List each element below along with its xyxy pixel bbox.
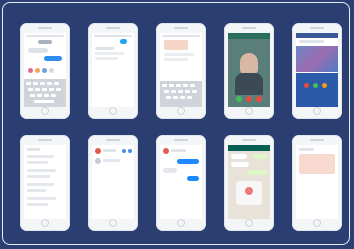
phone-mockup-video-call[interactable] xyxy=(224,23,274,119)
phone-mockup-mail[interactable] xyxy=(20,135,70,231)
messenger-chat-screen-icon xyxy=(160,145,202,219)
phone-mockup-whatsapp[interactable] xyxy=(224,135,274,231)
phone-mockup-facebook[interactable] xyxy=(292,23,342,119)
video-call-screen-icon xyxy=(228,33,270,107)
home-button xyxy=(41,107,49,115)
twitter-screen-icon xyxy=(92,33,134,107)
phone-mockup-twitter[interactable] xyxy=(88,23,138,119)
phone-mockup-profile-list[interactable] xyxy=(88,135,138,231)
phone-mockup-messenger[interactable] xyxy=(156,135,206,231)
facebook-feed-screen-icon xyxy=(296,33,338,107)
mail-list-screen-icon xyxy=(24,145,66,219)
imessage-screen-icon xyxy=(24,33,66,107)
phone-mockup-note-card[interactable] xyxy=(292,135,342,231)
note-card-screen-icon xyxy=(296,145,338,219)
profile-list-screen-icon xyxy=(92,145,134,219)
whatsapp-chat-screen-icon xyxy=(228,145,270,219)
phone-mockup-imessage[interactable] xyxy=(20,23,70,119)
speaker xyxy=(38,27,52,29)
phone-mockup-notes[interactable] xyxy=(156,23,206,119)
notes-screen-icon xyxy=(160,33,202,107)
